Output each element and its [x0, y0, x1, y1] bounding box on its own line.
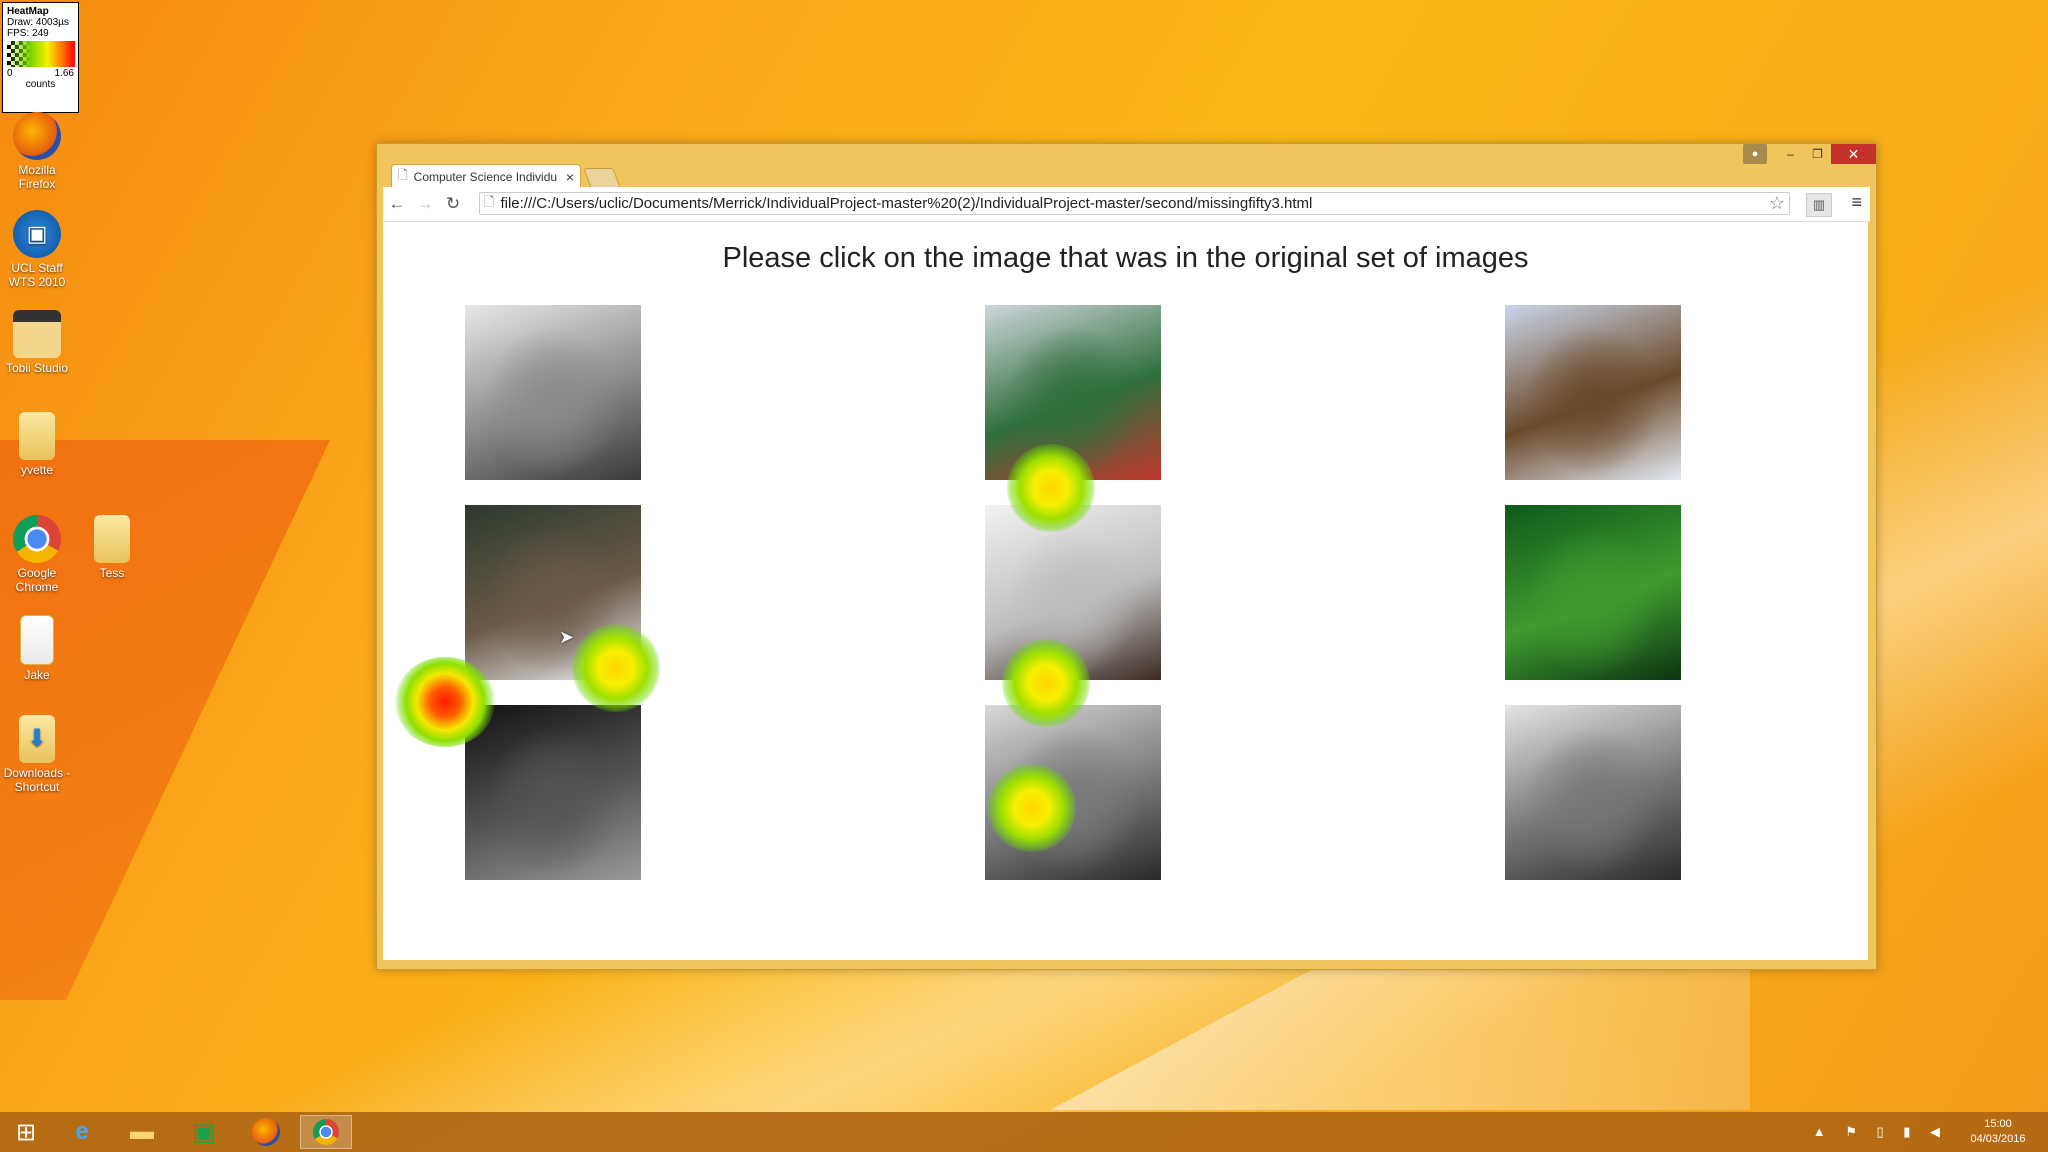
clock-date: 04/03/2016 — [1970, 1133, 2026, 1145]
tab-close-icon[interactable]: × — [566, 169, 574, 185]
desktop-icon-label: Google Chrome — [15, 566, 59, 594]
option-image-train[interactable] — [985, 305, 1161, 480]
desktop-icon-google-chrome[interactable]: Google Chrome — [0, 515, 75, 594]
firefox-icon[interactable] — [240, 1115, 292, 1149]
desktop-icon-downloads-shortcut[interactable]: ⬇ Downloads - Shortcut — [0, 715, 75, 794]
desktop-icon-tess[interactable]: Tess — [74, 515, 150, 580]
chrome-icon[interactable] — [300, 1115, 352, 1149]
internet-explorer-icon[interactable]: e — [56, 1115, 108, 1149]
user-profile-icon[interactable]: ● — [1743, 144, 1767, 164]
folder-icon — [94, 515, 130, 563]
desktop-icon-label: UCL Staff WTS 2010 — [8, 261, 66, 289]
clock[interactable]: 15:00 04/03/2016 — [1958, 1117, 2038, 1147]
page-icon: 🗋 — [484, 193, 495, 209]
back-arrow-icon[interactable]: ← — [383, 194, 411, 214]
option-image-clock-tower[interactable] — [1505, 305, 1681, 480]
maximize-button[interactable]: ❐ — [1804, 144, 1831, 164]
desktop-icon-label: yvette — [20, 463, 53, 477]
heatmap-draw-time: Draw: 4003µs — [7, 17, 69, 28]
desktop-icon-tobii-studio[interactable]: Tobii Studio — [0, 310, 75, 375]
heatmap-min: 0 — [7, 68, 13, 79]
desktop-icon-yvette[interactable]: yvette — [0, 412, 75, 477]
extension-icon[interactable]: ▥ — [1806, 193, 1832, 217]
downloads-folder-icon: ⬇ — [19, 715, 55, 763]
heatmap-unit: counts — [25, 79, 56, 90]
close-button[interactable]: ✕ — [1831, 144, 1876, 164]
option-image-sleeping-child[interactable] — [465, 305, 641, 480]
desktop-icon-label: Tobii Studio — [5, 361, 69, 375]
option-image-plate-food[interactable] — [985, 705, 1161, 880]
option-image-forest-headphones[interactable] — [465, 505, 641, 680]
desktop-icon-label: Tess — [99, 566, 125, 580]
heatmap-fps: FPS: 249 — [7, 28, 49, 39]
folder-icon — [19, 412, 55, 460]
page-viewport: Please click on the image that was in th… — [383, 222, 1868, 960]
system-tray[interactable]: ▲ ⚑ ▯ ▮ ◀ — [1813, 1124, 1948, 1140]
wallpaper-shard-light — [1050, 960, 1750, 1110]
windows-start-icon[interactable]: ⊞ — [0, 1115, 52, 1149]
desktop-icon-ucl-staff-wts[interactable]: ▣ UCL Staff WTS 2010 — [0, 210, 75, 289]
clock-time: 15:00 — [1984, 1118, 2012, 1130]
forward-arrow-icon[interactable]: → — [411, 194, 439, 214]
tab-title: Computer Science Individu — [413, 169, 558, 184]
browser-toolbar: ← → ↻ 🗋 file:///C:/Users/uclic/Documents… — [383, 187, 1870, 222]
heatmap-max: 1.66 — [54, 68, 74, 79]
heatmap-legend: HeatMap Draw: 4003µs FPS: 249 0 1.66 cou… — [2, 2, 79, 113]
window-controls: ● – ❐ ✕ — [1743, 144, 1876, 164]
page-heading: Please click on the image that was in th… — [722, 242, 1529, 274]
file-explorer-icon[interactable]: ▬ — [116, 1115, 168, 1149]
store-icon[interactable]: ▣ — [178, 1115, 230, 1149]
option-image-bird[interactable] — [1505, 705, 1681, 880]
menu-icon[interactable]: ≡ — [1851, 192, 1862, 213]
taskbar: ⊞ e ▬ ▣ ▲ ⚑ ▯ ▮ ◀ 15:00 04/03/2016 — [0, 1112, 2048, 1152]
bookmark-star-icon[interactable]: ☆ — [1769, 193, 1785, 214]
heatmap-title: HeatMap — [7, 6, 49, 17]
minimize-button[interactable]: – — [1777, 144, 1804, 164]
new-tab-button[interactable] — [583, 168, 621, 188]
desktop-icon-jake[interactable]: Jake — [0, 615, 75, 682]
desktop-icon-label: Jake — [24, 668, 50, 682]
option-image-woman-in-snow[interactable] — [985, 505, 1161, 680]
browser-window: 🗋 Computer Science Individu × ● – ❐ ✕ ← … — [376, 143, 1877, 970]
mouse-cursor-icon: ➤ — [559, 627, 575, 647]
desktop-icon-label: Mozilla Firefox — [18, 163, 56, 191]
desktop-icon-firefox[interactable]: Mozilla Firefox — [0, 112, 75, 191]
firefox-icon — [13, 112, 61, 160]
browser-tab[interactable]: 🗋 Computer Science Individu × — [391, 164, 581, 188]
option-image-cucumbers[interactable] — [1505, 505, 1681, 680]
address-bar[interactable]: 🗋 file:///C:/Users/uclic/Documents/Merri… — [479, 192, 1790, 215]
option-image-keyboard[interactable] — [465, 705, 641, 880]
tobii-studio-icon — [13, 310, 61, 358]
desktop-icon-label: Downloads - Shortcut — [3, 766, 71, 794]
document-folder-icon — [20, 615, 54, 665]
remote-desktop-icon: ▣ — [13, 210, 61, 258]
heatmap-color-scale — [7, 41, 75, 67]
page-icon: 🗋 — [398, 168, 408, 182]
reload-icon[interactable]: ↻ — [439, 194, 467, 214]
chrome-icon — [13, 515, 61, 563]
address-url[interactable]: file:///C:/Users/uclic/Documents/Merrick… — [500, 195, 1768, 212]
